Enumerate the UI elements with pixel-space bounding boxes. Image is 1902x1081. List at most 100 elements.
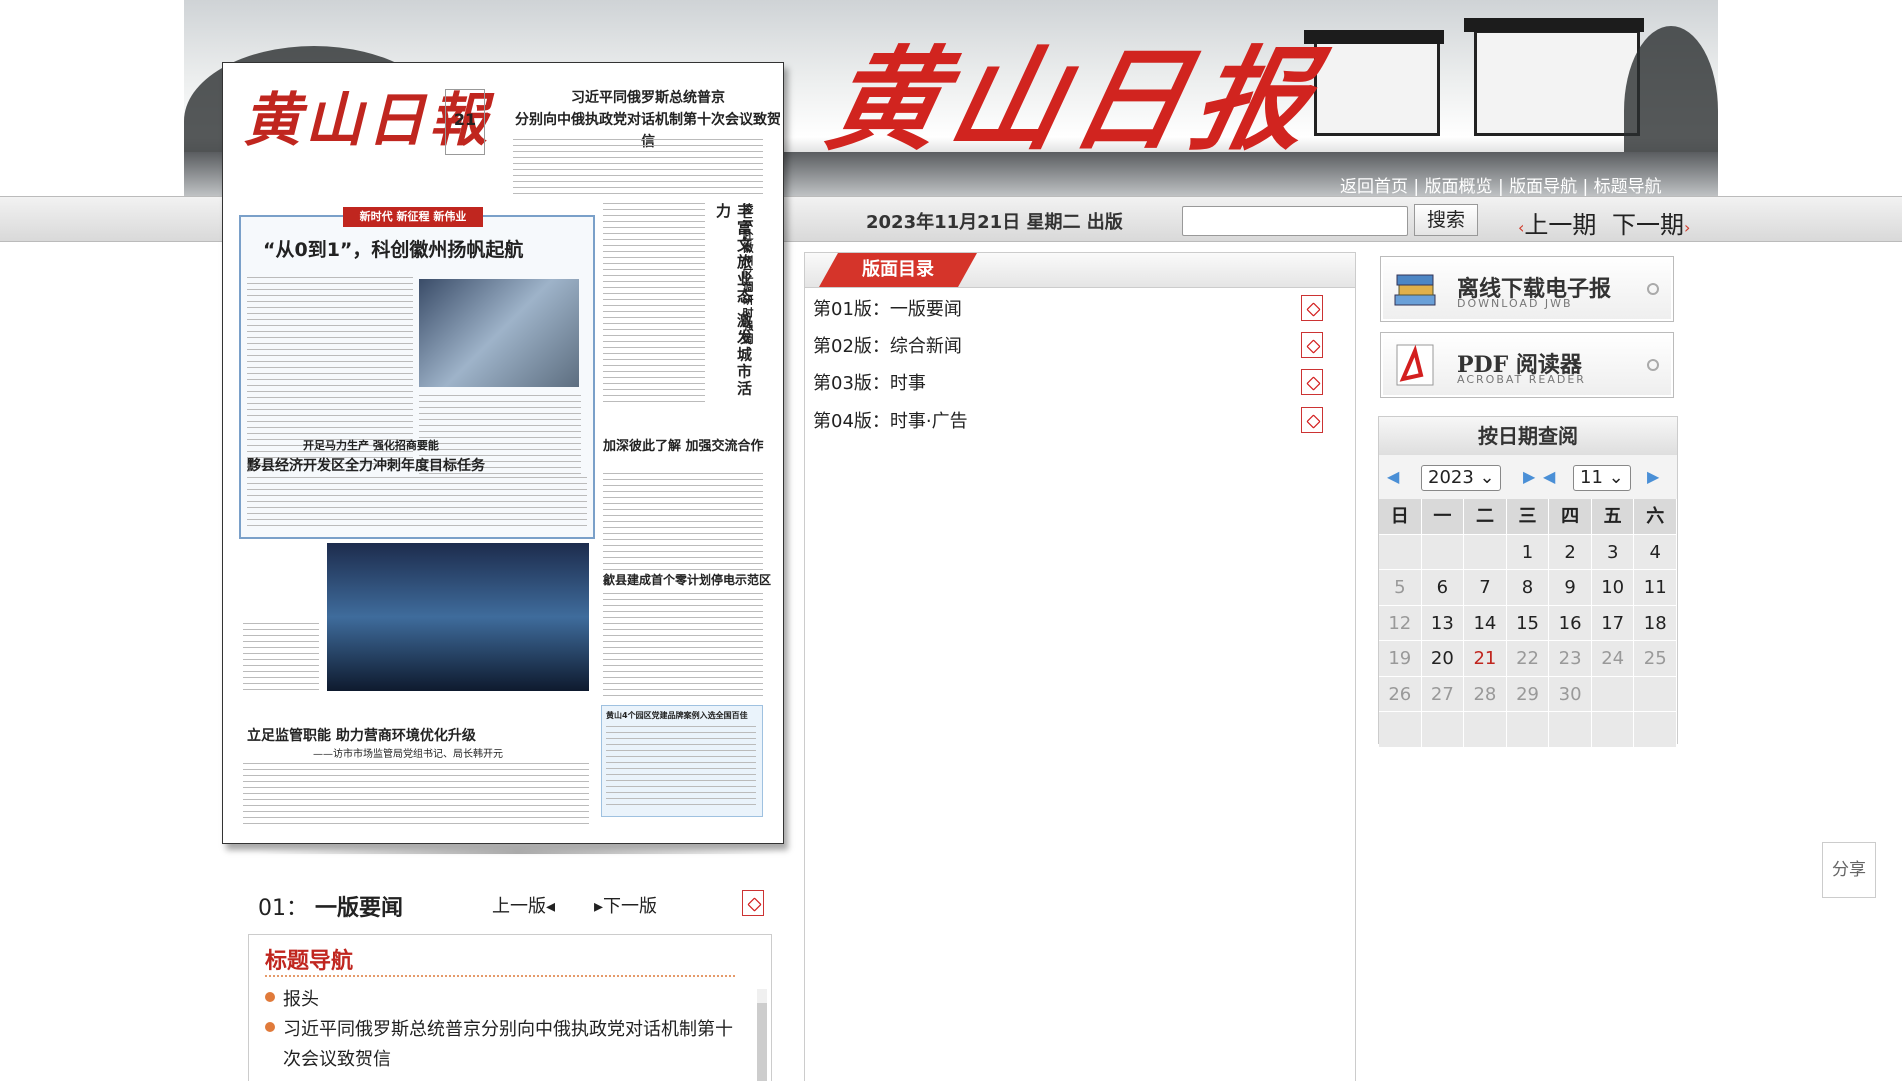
calendar-week-row: [1379, 712, 1678, 748]
link-page-nav[interactable]: 版面导航: [1509, 177, 1577, 197]
next-issue-label: 下一期: [1612, 211, 1684, 239]
calendar-day[interactable]: 22: [1506, 641, 1550, 677]
arrow-icon: [1647, 283, 1659, 295]
calendar-empty-cell: [1464, 534, 1507, 570]
title-nav-item[interactable]: 习近平同俄罗斯总统普京分别向中俄执政党对话机制第十次会议致贺信: [265, 1015, 743, 1075]
contents-page-link[interactable]: 第02版：综合新闻: [813, 332, 962, 358]
contents-page-link[interactable]: 第04版：时事·广告: [813, 407, 968, 433]
text-block: [603, 593, 763, 697]
calendar-day[interactable]: 30: [1549, 676, 1592, 712]
prev-issue-link[interactable]: ‹上一期: [1518, 205, 1596, 240]
share-button[interactable]: 分享: [1822, 842, 1876, 898]
calendar-day[interactable]: 6: [1421, 570, 1465, 606]
calendar-week-row: 12 13 14 15 16 17 18: [1379, 605, 1678, 641]
download-epaper-button[interactable]: 离线下载电子报 DOWNLOAD JWB: [1380, 256, 1674, 322]
calendar-day[interactable]: 27: [1421, 676, 1465, 712]
text-block: [606, 726, 756, 810]
page-number: 01: [258, 896, 286, 921]
separator: |: [1577, 177, 1594, 197]
text-block: [247, 477, 587, 529]
newspaper-date-box: 21: [445, 89, 485, 155]
scenery-house: [1314, 40, 1440, 136]
contents-page-link[interactable]: 第03版：时事: [813, 369, 926, 395]
link-home[interactable]: 返回首页: [1340, 177, 1408, 197]
calendar-day[interactable]: 1: [1506, 534, 1550, 570]
next-page-link[interactable]: ▸下一版: [594, 892, 657, 918]
calendar-day[interactable]: 20: [1421, 641, 1465, 677]
scrollbar[interactable]: [757, 989, 767, 1081]
calendar-day[interactable]: 25: [1634, 641, 1678, 677]
calendar-day[interactable]: 21: [1464, 641, 1507, 677]
feature-box-blue[interactable]: 黄山4个园区党建品牌案例入选全国百佳: [601, 705, 763, 817]
prev-page-link[interactable]: 上一版◂: [492, 892, 555, 918]
calendar-day[interactable]: 13: [1421, 605, 1465, 641]
next-year-icon[interactable]: ▶: [1523, 467, 1535, 486]
pdf-icon[interactable]: [742, 890, 764, 916]
title-nav-item-label: 习近平同俄罗斯总统普京分别向中俄执政党对话机制第十次会议致贺信: [283, 1019, 733, 1070]
pdf-reader-button[interactable]: PDF 阅读器 ACROBAT READER: [1380, 332, 1674, 398]
calendar-day[interactable]: 15: [1506, 605, 1550, 641]
pdf-icon[interactable]: [1301, 407, 1323, 433]
calendar-day[interactable]: 18: [1634, 605, 1678, 641]
contents-page-link[interactable]: 第01版：一版要闻: [813, 295, 962, 321]
title-nav-item[interactable]: 报头: [265, 985, 319, 1015]
text-block: [243, 623, 319, 693]
next-issue-link[interactable]: 下一期›: [1612, 205, 1690, 240]
calendar-day[interactable]: 9: [1549, 570, 1592, 606]
calendar-day[interactable]: 14: [1464, 605, 1507, 641]
prev-month-icon[interactable]: ◀: [1543, 467, 1555, 486]
calendar-day[interactable]: 23: [1549, 641, 1592, 677]
calendar-weekday: 一: [1421, 499, 1465, 535]
scrollbar-thumb[interactable]: [757, 1003, 767, 1081]
calendar-day[interactable]: 8: [1506, 570, 1550, 606]
pdf-icon[interactable]: [1301, 295, 1323, 321]
date-calendar: 按日期查阅 ◀ 2023 ⌄ ▶ ◀ 11 ⌄ ▶ 日一二三四五六1234567…: [1378, 416, 1678, 748]
link-overview[interactable]: 版面概览: [1425, 177, 1493, 197]
scenery-house: [1474, 30, 1640, 136]
story-headline[interactable]: 黟县经济开发区全力冲刺年度目标任务: [247, 455, 485, 475]
arrow-icon: [1647, 359, 1659, 371]
pdf-icon[interactable]: [1301, 332, 1323, 358]
month-select[interactable]: 11 ⌄: [1573, 465, 1631, 491]
page-shadow: [258, 846, 778, 854]
calendar-day[interactable]: 12: [1379, 605, 1422, 641]
calendar-day[interactable]: 16: [1549, 605, 1592, 641]
title-nav-panel: 标题导航 报头 习近平同俄罗斯总统普京分别向中俄执政党对话机制第十次会议致贺信: [248, 934, 772, 1081]
next-month-icon[interactable]: ▶: [1647, 467, 1659, 486]
newspaper-page-image[interactable]: 黄山日報 21 习近平同俄罗斯总统普京 分别向中俄执政党对话机制第十次会议致贺信…: [222, 62, 784, 844]
calendar-day[interactable]: 17: [1591, 605, 1635, 641]
story-headline[interactable]: 歙县建成首个零计划停电示范区: [603, 571, 772, 588]
main-headline[interactable]: “从0到1”，科创徽州扬帆起航: [263, 235, 523, 262]
calendar-day[interactable]: 2: [1549, 534, 1592, 570]
section-banner: 新时代 新征程 新伟业: [343, 207, 483, 227]
separator: |: [1492, 177, 1510, 197]
calendar-day[interactable]: 7: [1464, 570, 1507, 606]
site-logo[interactable]: 黄山日报: [815, 10, 1337, 172]
search-input[interactable]: [1182, 206, 1408, 236]
year-select[interactable]: 2023 ⌄: [1421, 465, 1501, 491]
calendar-day[interactable]: 11: [1634, 570, 1678, 606]
download-subtitle: DOWNLOAD JWB: [1457, 297, 1573, 310]
calendar-day[interactable]: 28: [1464, 676, 1507, 712]
story-headline[interactable]: 加深彼此了解 加强交流合作: [603, 435, 764, 454]
issue-date: 2023年11月21日 星期二 出版: [866, 212, 1123, 233]
headline-top-line1: 习近平同俄罗斯总统普京: [571, 90, 725, 106]
calendar-day[interactable]: 10: [1591, 570, 1635, 606]
link-title-nav[interactable]: 标题导航: [1594, 177, 1662, 197]
month-value: 11: [1580, 467, 1603, 488]
search-button[interactable]: 搜索: [1414, 204, 1478, 236]
calendar-day[interactable]: 3: [1591, 534, 1635, 570]
calendar-day[interactable]: 5: [1379, 570, 1422, 606]
story-headline[interactable]: 立足监管职能 助力营商环境优化升级: [247, 725, 476, 745]
calendar-day[interactable]: 29: [1506, 676, 1550, 712]
calendar-weekday: 日: [1379, 499, 1422, 535]
pdf-icon[interactable]: [1301, 369, 1323, 395]
calendar-day[interactable]: 19: [1379, 641, 1422, 677]
calendar-day[interactable]: 26: [1379, 676, 1422, 712]
calendar-day[interactable]: 24: [1591, 641, 1635, 677]
calendar-day[interactable]: 4: [1634, 534, 1678, 570]
calendar-empty-cell: [1634, 676, 1678, 712]
calendar-empty-cell: [1591, 712, 1635, 748]
prev-year-icon[interactable]: ◀: [1387, 467, 1399, 486]
calendar-week-row: 26 27 28 29 30: [1379, 676, 1678, 712]
